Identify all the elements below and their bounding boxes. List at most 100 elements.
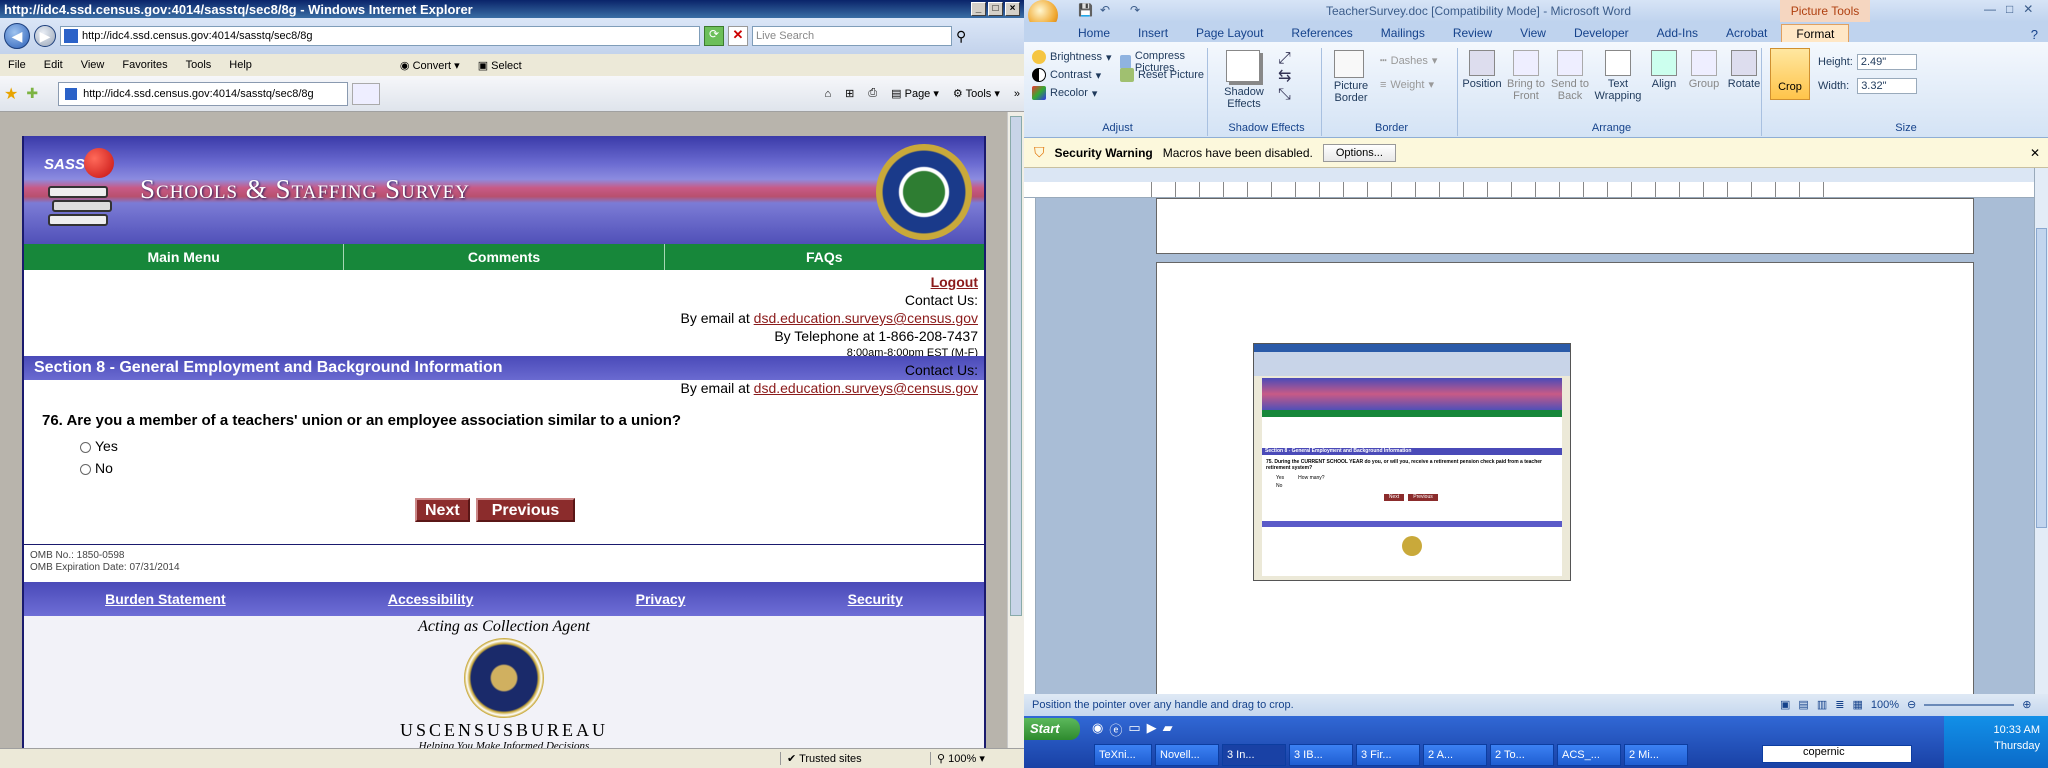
start-button[interactable]: Start bbox=[1024, 718, 1080, 740]
home-icon[interactable]: ⌂ bbox=[824, 88, 831, 100]
firefox-icon[interactable]: ◉ bbox=[1092, 720, 1103, 739]
help-icon[interactable]: ? bbox=[2031, 27, 2038, 42]
new-tab-button[interactable] bbox=[352, 82, 381, 105]
clock-time[interactable]: 10:33 AM bbox=[1944, 722, 2040, 738]
tab-page-layout[interactable]: Page Layout bbox=[1182, 24, 1277, 42]
privacy-link[interactable]: Privacy bbox=[636, 591, 686, 607]
menu-help[interactable]: Help bbox=[229, 59, 252, 71]
add-favorites-icon[interactable]: ✚ bbox=[26, 85, 38, 102]
menu-favorites[interactable]: Favorites bbox=[122, 59, 167, 71]
shadow-effects-button[interactable]: Shadow Effects bbox=[1220, 86, 1268, 110]
tab-home[interactable]: Home bbox=[1064, 24, 1124, 42]
nudge-shadow-icons[interactable]: ⤢ ⇆ ⤡ bbox=[1278, 50, 1291, 104]
task-novell[interactable]: Novell... bbox=[1155, 744, 1219, 766]
task-acrobat[interactable]: 2 A... bbox=[1423, 744, 1487, 766]
group-button[interactable]: Group bbox=[1686, 48, 1722, 102]
brightness-button[interactable]: Brightness ▾ bbox=[1032, 50, 1112, 64]
zoom-out-icon[interactable]: ⊖ bbox=[1907, 694, 1916, 716]
stop-icon[interactable]: ✕ bbox=[728, 26, 748, 46]
logout-link[interactable]: Logout bbox=[931, 274, 978, 290]
align-button[interactable]: Align bbox=[1646, 48, 1682, 102]
media-icon[interactable]: ▶ bbox=[1147, 720, 1157, 739]
tab-current[interactable]: http://idc4.ssd.census.gov:4014/sasstq/s… bbox=[58, 81, 349, 106]
select-button[interactable]: ▣ Select bbox=[478, 59, 522, 72]
tab-view[interactable]: View bbox=[1506, 24, 1560, 42]
burden-statement-link[interactable]: Burden Statement bbox=[105, 591, 226, 607]
quick-access-save-icon[interactable]: 💾 bbox=[1078, 3, 1093, 17]
close-icon[interactable]: ✕ bbox=[2030, 146, 2040, 160]
view-print-layout-icon[interactable]: ▣ bbox=[1780, 694, 1790, 716]
feeds-icon[interactable]: ⊞ bbox=[845, 87, 854, 100]
task-ie[interactable]: 3 In... bbox=[1222, 744, 1286, 766]
shadow-effects-icon[interactable] bbox=[1226, 50, 1260, 82]
view-full-screen-icon[interactable]: ▤ bbox=[1798, 694, 1808, 716]
dashes-button[interactable]: ┅ Dashes ▾ bbox=[1380, 54, 1437, 68]
close-icon[interactable]: ✕ bbox=[2023, 2, 2033, 16]
view-draft-icon[interactable]: ▦ bbox=[1852, 694, 1862, 716]
tools-menu[interactable]: ⚙ Tools ▾ bbox=[953, 87, 1000, 100]
task-acs[interactable]: ACS_... bbox=[1557, 744, 1621, 766]
zoom-in-icon[interactable]: ⊕ bbox=[2022, 694, 2031, 716]
ie-icon[interactable]: ⓔ bbox=[1109, 720, 1122, 739]
close-icon[interactable]: × bbox=[1005, 2, 1020, 16]
maximize-icon[interactable]: □ bbox=[2006, 2, 2013, 16]
logout-text[interactable]: Logout bbox=[931, 274, 978, 290]
zoom-slider[interactable] bbox=[1924, 704, 2015, 706]
email-link[interactable]: dsd.education.surveys@census.gov bbox=[754, 380, 978, 396]
desktop-search-input[interactable]: copernic bbox=[1762, 745, 1912, 763]
inserted-picture[interactable]: Section 8 - General Employment and Backg… bbox=[1253, 343, 1571, 581]
tab-insert[interactable]: Insert bbox=[1124, 24, 1182, 42]
option-no[interactable]: No bbox=[80, 460, 113, 476]
previous-button[interactable]: Previous bbox=[475, 498, 576, 522]
crop-button[interactable]: Crop bbox=[1770, 48, 1810, 100]
email-link[interactable]: dsd.education.surveys@census.gov bbox=[754, 310, 978, 326]
bring-to-front-button[interactable]: Bring to Front bbox=[1506, 48, 1546, 102]
tab-review[interactable]: Review bbox=[1439, 24, 1506, 42]
security-link[interactable]: Security bbox=[848, 591, 903, 607]
task-firefox[interactable]: 3 Fir... bbox=[1356, 744, 1420, 766]
minimize-icon[interactable]: _ bbox=[971, 2, 986, 16]
convert-button[interactable]: ◉ Convert ▾ bbox=[400, 59, 460, 72]
ie-vertical-scrollbar[interactable] bbox=[1007, 112, 1024, 748]
horizontal-ruler[interactable] bbox=[1024, 182, 2034, 198]
scroll-thumb[interactable] bbox=[2036, 228, 2047, 528]
nav-main-menu[interactable]: Main Menu bbox=[24, 244, 345, 270]
options-button[interactable]: Options... bbox=[1322, 143, 1396, 162]
tab-add-ins[interactable]: Add-Ins bbox=[1643, 24, 1712, 42]
recolor-button[interactable]: Recolor ▾ bbox=[1032, 86, 1097, 100]
weight-button[interactable]: ≡ Weight ▾ bbox=[1380, 78, 1434, 92]
minimize-icon[interactable]: — bbox=[1984, 2, 1996, 16]
refresh-icon[interactable]: ⟳ bbox=[704, 26, 724, 46]
reset-picture-button[interactable]: Reset Picture bbox=[1120, 68, 1204, 82]
height-input[interactable]: 2.49" bbox=[1856, 54, 1917, 70]
word-vertical-scrollbar[interactable] bbox=[2034, 168, 2048, 694]
task-word[interactable]: 2 Mi... bbox=[1624, 744, 1688, 766]
menu-edit[interactable]: Edit bbox=[44, 59, 63, 71]
print-icon[interactable]: ⎙ bbox=[868, 87, 877, 100]
picture-border-icon[interactable] bbox=[1334, 50, 1364, 78]
option-yes[interactable]: Yes bbox=[80, 438, 118, 454]
accessibility-link[interactable]: Accessibility bbox=[388, 591, 474, 607]
menu-view[interactable]: View bbox=[81, 59, 105, 71]
radio-yes[interactable] bbox=[80, 441, 91, 453]
search-icon[interactable]: ⚲ bbox=[956, 28, 966, 45]
tab-references[interactable]: References bbox=[1277, 24, 1366, 42]
vertical-ruler[interactable] bbox=[1024, 198, 1036, 694]
contrast-button[interactable]: Contrast ▾ bbox=[1032, 68, 1101, 82]
redo-icon[interactable]: ↷ bbox=[1130, 3, 1140, 17]
task-texnic[interactable]: TeXni... bbox=[1094, 744, 1152, 766]
view-outline-icon[interactable]: ≣ bbox=[1835, 694, 1844, 716]
rotate-button[interactable]: Rotate bbox=[1726, 48, 1762, 102]
radio-no[interactable] bbox=[80, 463, 91, 475]
address-bar[interactable]: http://idc4.ssd.census.gov:4014/sasstq/s… bbox=[60, 26, 700, 46]
favorites-star-icon[interactable]: ★ bbox=[4, 84, 18, 104]
picture-border-button[interactable]: Picture Border bbox=[1328, 80, 1374, 104]
maximize-icon[interactable]: □ bbox=[988, 2, 1003, 16]
view-web-layout-icon[interactable]: ▥ bbox=[1817, 694, 1827, 716]
chevron-right-icon[interactable]: » bbox=[1014, 88, 1020, 100]
forward-arrow-icon[interactable]: ▶ bbox=[34, 25, 56, 47]
next-button[interactable]: Next bbox=[415, 498, 470, 522]
tab-mailings[interactable]: Mailings bbox=[1367, 24, 1439, 42]
nav-comments[interactable]: Comments bbox=[344, 244, 665, 270]
width-input[interactable]: 3.32" bbox=[1857, 78, 1918, 94]
